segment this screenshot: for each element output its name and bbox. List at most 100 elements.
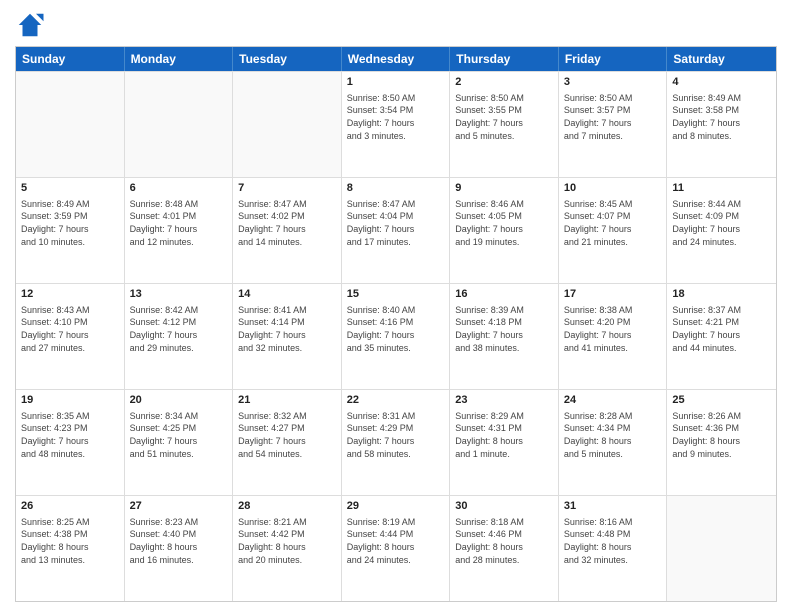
day-info: Sunrise: 8:19 AM Sunset: 4:44 PM Dayligh… — [347, 516, 445, 566]
day-number: 2 — [455, 75, 553, 90]
day-number: 31 — [564, 499, 662, 514]
calendar-row: 26 Sunrise: 8:25 AM Sunset: 4:38 PM Dayli… — [16, 495, 776, 601]
calendar-cell — [667, 496, 776, 601]
calendar-cell: 21 Sunrise: 8:32 AM Sunset: 4:27 PM Dayli… — [233, 390, 342, 495]
calendar-cell: 18 Sunrise: 8:37 AM Sunset: 4:21 PM Dayli… — [667, 284, 776, 389]
day-number: 30 — [455, 499, 553, 514]
calendar-header: SundayMondayTuesdayWednesdayThursdayFrid… — [16, 47, 776, 71]
weekday-header: Thursday — [450, 47, 559, 71]
calendar-body: 1 Sunrise: 8:50 AM Sunset: 3:54 PM Daylig… — [16, 71, 776, 601]
calendar-cell: 15Sunrise: 8:40 AM Sunset: 4:16 PM Dayli… — [342, 284, 451, 389]
day-number: 5 — [21, 181, 119, 196]
day-info: Sunrise: 8:49 AM Sunset: 3:59 PM Dayligh… — [21, 198, 119, 248]
day-info: Sunrise: 8:50 AM Sunset: 3:54 PM Dayligh… — [347, 92, 445, 142]
day-info: Sunrise: 8:21 AM Sunset: 4:42 PM Dayligh… — [238, 516, 336, 566]
calendar-cell: 9 Sunrise: 8:46 AM Sunset: 4:05 PM Daylig… — [450, 178, 559, 283]
day-number: 25 — [672, 393, 771, 408]
calendar-cell: 24Sunrise: 8:28 AM Sunset: 4:34 PM Dayli… — [559, 390, 668, 495]
day-number: 26 — [21, 499, 119, 514]
day-info: Sunrise: 8:47 AM Sunset: 4:04 PM Dayligh… — [347, 198, 445, 248]
day-number: 21 — [238, 393, 336, 408]
calendar-cell: 1 Sunrise: 8:50 AM Sunset: 3:54 PM Daylig… — [342, 72, 451, 177]
day-number: 29 — [347, 499, 445, 514]
calendar: SundayMondayTuesdayWednesdayThursdayFrid… — [15, 46, 777, 602]
day-info: Sunrise: 8:39 AM Sunset: 4:18 PM Dayligh… — [455, 304, 553, 354]
day-number: 22 — [347, 393, 445, 408]
day-number: 3 — [564, 75, 662, 90]
day-number: 20 — [130, 393, 228, 408]
day-info: Sunrise: 8:47 AM Sunset: 4:02 PM Dayligh… — [238, 198, 336, 248]
day-info: Sunrise: 8:16 AM Sunset: 4:48 PM Dayligh… — [564, 516, 662, 566]
calendar-cell — [16, 72, 125, 177]
day-number: 4 — [672, 75, 771, 90]
logo-icon — [15, 10, 45, 40]
day-info: Sunrise: 8:50 AM Sunset: 3:57 PM Dayligh… — [564, 92, 662, 142]
calendar-cell: 11 Sunrise: 8:44 AM Sunset: 4:09 PM Dayli… — [667, 178, 776, 283]
calendar-cell: 28Sunrise: 8:21 AM Sunset: 4:42 PM Dayli… — [233, 496, 342, 601]
weekday-header: Tuesday — [233, 47, 342, 71]
day-info: Sunrise: 8:45 AM Sunset: 4:07 PM Dayligh… — [564, 198, 662, 248]
day-number: 7 — [238, 181, 336, 196]
calendar-row: 12Sunrise: 8:43 AM Sunset: 4:10 PM Dayli… — [16, 283, 776, 389]
calendar-row: 19 Sunrise: 8:35 AM Sunset: 4:23 PM Dayli… — [16, 389, 776, 495]
weekday-header: Saturday — [667, 47, 776, 71]
logo — [15, 10, 49, 40]
calendar-cell — [233, 72, 342, 177]
calendar-row: 1 Sunrise: 8:50 AM Sunset: 3:54 PM Daylig… — [16, 71, 776, 177]
calendar-cell: 6 Sunrise: 8:48 AM Sunset: 4:01 PM Daylig… — [125, 178, 234, 283]
calendar-cell: 12Sunrise: 8:43 AM Sunset: 4:10 PM Dayli… — [16, 284, 125, 389]
day-number: 19 — [21, 393, 119, 408]
calendar-cell: 5 Sunrise: 8:49 AM Sunset: 3:59 PM Daylig… — [16, 178, 125, 283]
day-info: Sunrise: 8:35 AM Sunset: 4:23 PM Dayligh… — [21, 410, 119, 460]
day-number: 27 — [130, 499, 228, 514]
calendar-cell: 13 Sunrise: 8:42 AM Sunset: 4:12 PM Dayli… — [125, 284, 234, 389]
calendar-cell: 23Sunrise: 8:29 AM Sunset: 4:31 PM Dayli… — [450, 390, 559, 495]
day-info: Sunrise: 8:50 AM Sunset: 3:55 PM Dayligh… — [455, 92, 553, 142]
weekday-header: Friday — [559, 47, 668, 71]
day-number: 14 — [238, 287, 336, 302]
calendar-cell: 26 Sunrise: 8:25 AM Sunset: 4:38 PM Dayli… — [16, 496, 125, 601]
day-number: 17 — [564, 287, 662, 302]
day-info: Sunrise: 8:41 AM Sunset: 4:14 PM Dayligh… — [238, 304, 336, 354]
calendar-cell: 20Sunrise: 8:34 AM Sunset: 4:25 PM Dayli… — [125, 390, 234, 495]
day-info: Sunrise: 8:18 AM Sunset: 4:46 PM Dayligh… — [455, 516, 553, 566]
calendar-cell: 2 Sunrise: 8:50 AM Sunset: 3:55 PM Daylig… — [450, 72, 559, 177]
weekday-header: Monday — [125, 47, 234, 71]
calendar-cell: 27Sunrise: 8:23 AM Sunset: 4:40 PM Dayli… — [125, 496, 234, 601]
day-info: Sunrise: 8:49 AM Sunset: 3:58 PM Dayligh… — [672, 92, 771, 142]
day-info: Sunrise: 8:44 AM Sunset: 4:09 PM Dayligh… — [672, 198, 771, 248]
weekday-header: Wednesday — [342, 47, 451, 71]
day-number: 9 — [455, 181, 553, 196]
calendar-cell: 19 Sunrise: 8:35 AM Sunset: 4:23 PM Dayli… — [16, 390, 125, 495]
day-number: 18 — [672, 287, 771, 302]
calendar-cell: 25 Sunrise: 8:26 AM Sunset: 4:36 PM Dayli… — [667, 390, 776, 495]
day-number: 10 — [564, 181, 662, 196]
day-info: Sunrise: 8:43 AM Sunset: 4:10 PM Dayligh… — [21, 304, 119, 354]
day-info: Sunrise: 8:25 AM Sunset: 4:38 PM Dayligh… — [21, 516, 119, 566]
day-number: 8 — [347, 181, 445, 196]
calendar-cell: 10 Sunrise: 8:45 AM Sunset: 4:07 PM Dayli… — [559, 178, 668, 283]
day-info: Sunrise: 8:26 AM Sunset: 4:36 PM Dayligh… — [672, 410, 771, 460]
day-number: 16 — [455, 287, 553, 302]
day-info: Sunrise: 8:48 AM Sunset: 4:01 PM Dayligh… — [130, 198, 228, 248]
calendar-cell: 7 Sunrise: 8:47 AM Sunset: 4:02 PM Daylig… — [233, 178, 342, 283]
calendar-cell: 3 Sunrise: 8:50 AM Sunset: 3:57 PM Daylig… — [559, 72, 668, 177]
day-info: Sunrise: 8:28 AM Sunset: 4:34 PM Dayligh… — [564, 410, 662, 460]
calendar-cell — [125, 72, 234, 177]
day-info: Sunrise: 8:46 AM Sunset: 4:05 PM Dayligh… — [455, 198, 553, 248]
day-info: Sunrise: 8:38 AM Sunset: 4:20 PM Dayligh… — [564, 304, 662, 354]
calendar-cell: 4 Sunrise: 8:49 AM Sunset: 3:58 PM Daylig… — [667, 72, 776, 177]
calendar-cell: 30 Sunrise: 8:18 AM Sunset: 4:46 PM Dayli… — [450, 496, 559, 601]
day-number: 13 — [130, 287, 228, 302]
day-info: Sunrise: 8:40 AM Sunset: 4:16 PM Dayligh… — [347, 304, 445, 354]
day-number: 1 — [347, 75, 445, 90]
page: SundayMondayTuesdayWednesdayThursdayFrid… — [0, 0, 792, 612]
day-info: Sunrise: 8:37 AM Sunset: 4:21 PM Dayligh… — [672, 304, 771, 354]
day-number: 6 — [130, 181, 228, 196]
calendar-cell: 31 Sunrise: 8:16 AM Sunset: 4:48 PM Dayli… — [559, 496, 668, 601]
calendar-row: 5 Sunrise: 8:49 AM Sunset: 3:59 PM Daylig… — [16, 177, 776, 283]
day-number: 11 — [672, 181, 771, 196]
day-info: Sunrise: 8:32 AM Sunset: 4:27 PM Dayligh… — [238, 410, 336, 460]
day-info: Sunrise: 8:42 AM Sunset: 4:12 PM Dayligh… — [130, 304, 228, 354]
calendar-cell: 17 Sunrise: 8:38 AM Sunset: 4:20 PM Dayli… — [559, 284, 668, 389]
